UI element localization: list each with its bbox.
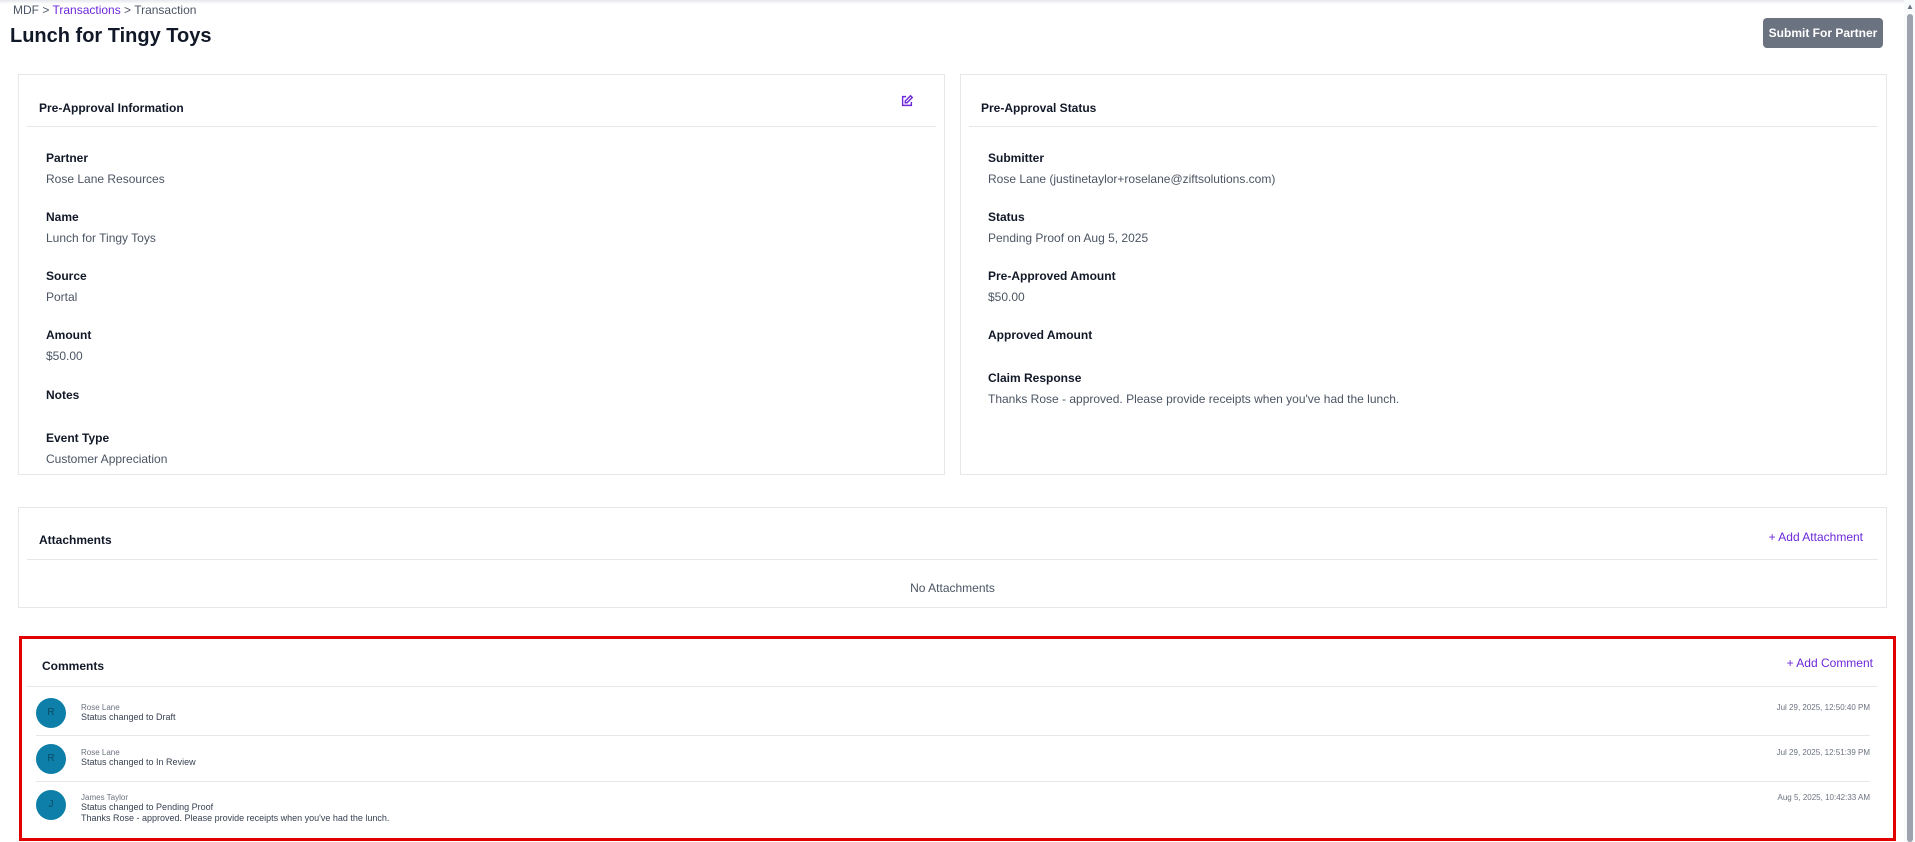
breadcrumb-root: MDF — [13, 3, 39, 17]
comment-item: R Rose Lane Status changed to Draft Jul … — [36, 689, 1870, 736]
card-title: Pre-Approval Information — [39, 101, 184, 115]
field-claim-response: Claim Response Thanks Rose - approved. P… — [988, 371, 1399, 406]
field-value: Thanks Rose - approved. Please provide r… — [988, 392, 1400, 406]
comment-author: James Taylor — [81, 793, 128, 802]
field-label: Name — [46, 210, 79, 224]
field-label: Amount — [46, 328, 92, 342]
comment-timestamp: Jul 29, 2025, 12:51:39 PM — [1776, 748, 1870, 757]
card-header: Pre-Approval Status — [969, 75, 1878, 127]
field-value: $50.00 — [988, 290, 1025, 304]
add-attachment-link[interactable]: + Add Attachment — [1769, 530, 1863, 544]
card-title: Attachments — [39, 533, 112, 547]
field-label: Source — [46, 269, 87, 283]
breadcrumb-transactions-link[interactable]: Transactions — [52, 3, 120, 17]
field-label: Claim Response — [988, 371, 1082, 385]
comment-text: Status changed to In Review — [81, 757, 196, 767]
field-status: Status Pending Proof on Aug 5, 2025 — [988, 210, 1148, 245]
card-title: Comments — [42, 659, 105, 673]
field-event-type: Event Type Customer Appreciation — [46, 431, 167, 466]
field-source: Source Portal — [46, 269, 87, 304]
breadcrumb: MDF > Transactions > Transaction — [13, 3, 196, 17]
comment-timestamp: Jul 29, 2025, 12:50:40 PM — [1776, 703, 1870, 712]
top-shadow — [0, 0, 1915, 4]
comment-item: R Rose Lane Status changed to In Review … — [36, 736, 1870, 782]
avatar: J — [36, 790, 66, 820]
transaction-page: MDF > Transactions > Transaction Lunch f… — [0, 0, 1915, 842]
edit-icon[interactable] — [900, 94, 914, 108]
comments-card: Comments + Add Comment R Rose Lane Statu… — [19, 636, 1896, 841]
comment-text: Status changed to Pending Proof — [81, 802, 214, 812]
scrollbar-thumb[interactable] — [1907, 14, 1913, 842]
field-label: Pre-Approved Amount — [988, 269, 1116, 283]
card-title: Pre-Approval Status — [981, 101, 1097, 115]
avatar: R — [36, 698, 66, 728]
comment-author: Rose Lane — [81, 748, 120, 757]
avatar: R — [36, 744, 66, 774]
field-pre-approved-amount: Pre-Approved Amount $50.00 — [988, 269, 1116, 304]
field-name: Name Lunch for Tingy Toys — [46, 210, 156, 245]
no-attachments-text: No Attachments — [910, 581, 995, 595]
comment-author: Rose Lane — [81, 703, 120, 712]
field-value: Portal — [46, 290, 78, 304]
attachments-card: Attachments + Add Attachment No Attachme… — [18, 507, 1887, 608]
card-header: Comments + Add Comment — [27, 639, 1877, 687]
breadcrumb-separator: > — [120, 3, 135, 17]
card-header: Pre-Approval Information — [27, 75, 936, 127]
pre-approval-status-card: Pre-Approval Status Submitter Rose Lane … — [960, 74, 1887, 475]
field-value: Customer Appreciation — [46, 452, 168, 466]
field-partner: Partner Rose Lane Resources — [46, 151, 165, 186]
card-header: Attachments + Add Attachment — [27, 508, 1878, 560]
field-label: Submitter — [988, 151, 1045, 165]
add-comment-link[interactable]: + Add Comment — [1787, 656, 1873, 670]
field-value: $50.00 — [46, 349, 83, 363]
field-label: Event Type — [46, 431, 110, 445]
comment-extra-text: Thanks Rose - approved. Please provide r… — [81, 813, 390, 823]
comment-item: J James Taylor Status changed to Pending… — [36, 782, 1870, 838]
field-value: Rose Lane Resources — [46, 172, 165, 186]
field-label: Status — [988, 210, 1025, 224]
comment-timestamp: Aug 5, 2025, 10:42:33 AM — [1777, 793, 1870, 802]
breadcrumb-current: Transaction — [134, 3, 197, 17]
scroll-up-arrow-icon[interactable]: ▲ — [1906, 2, 1914, 11]
field-value: Rose Lane (justinetaylor+roselane@ziftso… — [988, 172, 1276, 186]
field-amount: Amount $50.00 — [46, 328, 91, 363]
field-notes: Notes — [46, 388, 79, 409]
page-title: Lunch for Tingy Toys — [10, 25, 212, 47]
comment-text: Status changed to Draft — [81, 712, 176, 722]
field-submitter: Submitter Rose Lane (justinetaylor+rosel… — [988, 151, 1275, 186]
field-value: Pending Proof on Aug 5, 2025 — [988, 231, 1149, 245]
field-value: Lunch for Tingy Toys — [46, 231, 156, 245]
breadcrumb-separator: > — [39, 3, 53, 17]
field-label: Notes — [46, 388, 80, 402]
submit-for-partner-button[interactable]: Submit For Partner — [1763, 18, 1883, 48]
field-label: Approved Amount — [988, 328, 1093, 342]
field-label: Partner — [46, 151, 89, 165]
pre-approval-information-card: Pre-Approval Information Partner Rose La… — [18, 74, 945, 475]
field-approved-amount: Approved Amount — [988, 328, 1092, 349]
